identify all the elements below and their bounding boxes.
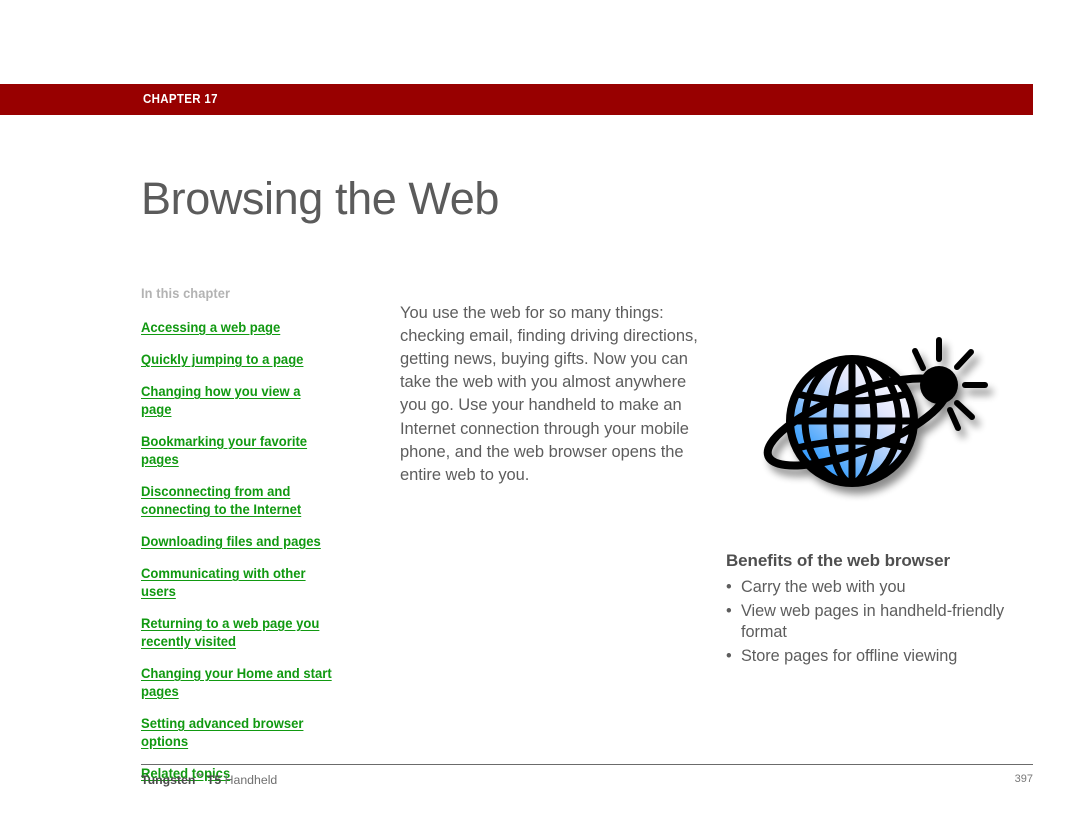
toc-link-accessing-a-web-page[interactable]: Accessing a web page: [141, 320, 280, 335]
footer-divider: [141, 764, 1033, 765]
toc-link-disconnecting-and-connecting-to-the-internet[interactable]: Disconnecting from and connecting to the…: [141, 484, 301, 517]
benefit-text: View web pages in handheld-friendly form…: [741, 602, 1005, 641]
footer-model: T5: [203, 773, 222, 787]
benefits-section: Benefits of the web browser • Carry the …: [726, 551, 1036, 671]
list-item: • Store pages for offline viewing: [726, 646, 1036, 666]
bullet-icon: •: [726, 578, 732, 596]
list-item: Disconnecting from and connecting to the…: [141, 483, 341, 519]
footer-product-name: Tungsten™ T5 Handheld: [141, 772, 277, 787]
toc-link-changing-how-you-view-a-page[interactable]: Changing how you view a page: [141, 384, 301, 417]
toc-link-changing-your-home-and-start-pages[interactable]: Changing your Home and start pages: [141, 666, 332, 699]
sidebar-heading: In this chapter: [141, 286, 231, 301]
list-item: Communicating with other users: [141, 565, 341, 601]
document-page: CHAPTER 17 Browsing the Web In this chap…: [0, 0, 1080, 834]
benefit-text: Carry the web with you: [741, 578, 906, 596]
bullet-icon: •: [726, 647, 732, 666]
benefit-text: Store pages for offline viewing: [741, 647, 958, 666]
toc-link-downloading-files-and-pages[interactable]: Downloading files and pages: [141, 534, 321, 549]
benefits-title: Benefits of the web browser: [726, 551, 951, 570]
toc-link-quickly-jumping-to-a-page[interactable]: Quickly jumping to a page: [141, 352, 303, 367]
intro-paragraph: You use the web for so many things: chec…: [400, 303, 698, 484]
page-number: 397: [1014, 773, 1033, 785]
footer-brand: Tungsten: [141, 773, 196, 787]
list-item: • Carry the web with you: [726, 577, 1036, 597]
toc-link-returning-to-a-web-page-you-recently-visited[interactable]: Returning to a web page you recently vis…: [141, 616, 319, 649]
toc-link-communicating-with-other-users[interactable]: Communicating with other users: [141, 566, 306, 599]
list-item: Returning to a web page you recently vis…: [141, 615, 341, 651]
list-item: Changing your Home and start pages: [141, 665, 341, 701]
page-title: Browsing the Web: [141, 173, 499, 225]
list-item: Downloading files and pages: [141, 533, 341, 551]
list-item: Setting advanced browser options: [141, 715, 341, 751]
in-this-chapter-sidebar: In this chapter Accessing a web page Qui…: [141, 286, 341, 797]
toc-list: Accessing a web page Quickly jumping to …: [141, 319, 341, 783]
bullet-icon: •: [726, 602, 732, 621]
list-item: Quickly jumping to a page: [141, 351, 341, 369]
toc-link-bookmarking-your-favorite-pages[interactable]: Bookmarking your favorite pages: [141, 434, 307, 467]
toc-link-setting-advanced-browser-options[interactable]: Setting advanced browser options: [141, 716, 303, 749]
list-item: • View web pages in handheld-friendly fo…: [726, 601, 1036, 642]
benefits-list: • Carry the web with you • View web page…: [726, 577, 1036, 667]
globe-with-network-node-icon: [745, 318, 1010, 518]
footer-product-type: Handheld: [221, 773, 278, 787]
list-item: Bookmarking your favorite pages: [141, 433, 341, 469]
list-item: Accessing a web page: [141, 319, 341, 337]
list-item: Changing how you view a page: [141, 383, 341, 419]
chapter-label: CHAPTER 17: [143, 92, 218, 106]
